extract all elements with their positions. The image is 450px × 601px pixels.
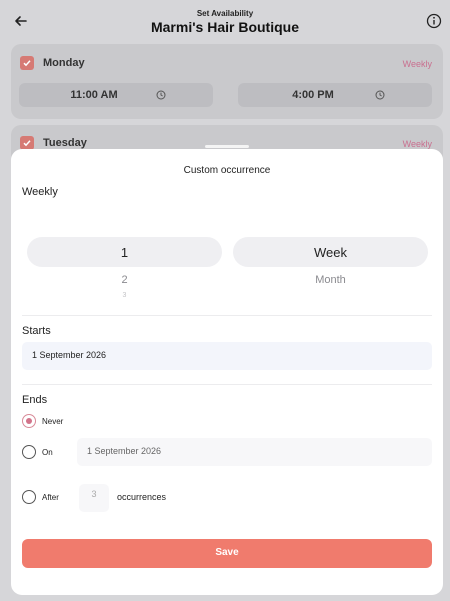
save-button-label: Save <box>215 547 239 558</box>
interval-option[interactable]: 2 <box>27 274 222 286</box>
page-title: Marmi's Hair Boutique <box>150 19 300 35</box>
divider <box>22 384 432 385</box>
day-card-monday: Monday Weekly 11:00 AM 4:00 PM <box>11 44 443 119</box>
day-name-monday: Monday <box>43 57 85 69</box>
ends-never-radio[interactable] <box>22 414 36 428</box>
tuesday-frequency-link[interactable]: Weekly <box>403 139 432 149</box>
ends-never-label: Never <box>42 417 64 426</box>
divider <box>22 315 432 316</box>
start-time-value: 11:00 AM <box>70 89 118 101</box>
clock-icon <box>156 90 166 100</box>
sheet-drag-handle[interactable] <box>205 145 249 148</box>
occurrences-label: occurrences <box>117 492 167 502</box>
info-icon[interactable] <box>426 13 442 29</box>
occurrences-count-value: 3 <box>91 489 97 499</box>
ends-on-label: On <box>42 448 53 457</box>
ends-on-date-field[interactable]: 1 September 2026 <box>77 438 432 466</box>
ends-on-date-value: 1 September 2026 <box>87 446 162 456</box>
monday-frequency-link[interactable]: Weekly <box>403 59 432 69</box>
interval-selected: 1 <box>120 245 129 260</box>
ends-on-radio[interactable] <box>22 445 36 459</box>
page-subtitle: Set Availability <box>196 9 254 18</box>
day-name-tuesday: Tuesday <box>43 137 87 149</box>
occurrences-count-field[interactable]: 3 <box>79 484 109 512</box>
unit-selected: Week <box>314 245 347 260</box>
interval-option[interactable]: 3 <box>27 292 222 299</box>
save-button[interactable]: Save <box>22 539 432 568</box>
occurrence-summary: Weekly <box>22 186 58 198</box>
custom-occurrence-sheet: Custom occurrence Weekly 1 2 3 Week Mont… <box>11 149 443 595</box>
starts-date-value: 1 September 2026 <box>32 350 107 360</box>
interval-picker[interactable]: 1 <box>27 237 222 267</box>
end-time-value: 4:00 PM <box>292 89 334 101</box>
tuesday-checkbox[interactable] <box>20 136 34 150</box>
top-bar: Set Availability Marmi's Hair Boutique <box>0 0 450 44</box>
monday-end-time[interactable]: 4:00 PM <box>238 83 432 107</box>
check-icon <box>23 140 31 147</box>
check-icon <box>23 60 31 67</box>
unit-picker[interactable]: Week <box>233 237 428 267</box>
sheet-title: Custom occurrence <box>183 165 271 176</box>
clock-icon <box>375 90 385 100</box>
starts-label: Starts <box>22 325 51 337</box>
ends-after-label: After <box>42 493 59 502</box>
ends-after-radio[interactable] <box>22 490 36 504</box>
starts-date-field[interactable]: 1 September 2026 <box>22 342 432 370</box>
monday-checkbox[interactable] <box>20 56 34 70</box>
monday-start-time[interactable]: 11:00 AM <box>19 83 213 107</box>
unit-option[interactable]: Month <box>233 274 428 286</box>
ends-label: Ends <box>22 394 48 406</box>
